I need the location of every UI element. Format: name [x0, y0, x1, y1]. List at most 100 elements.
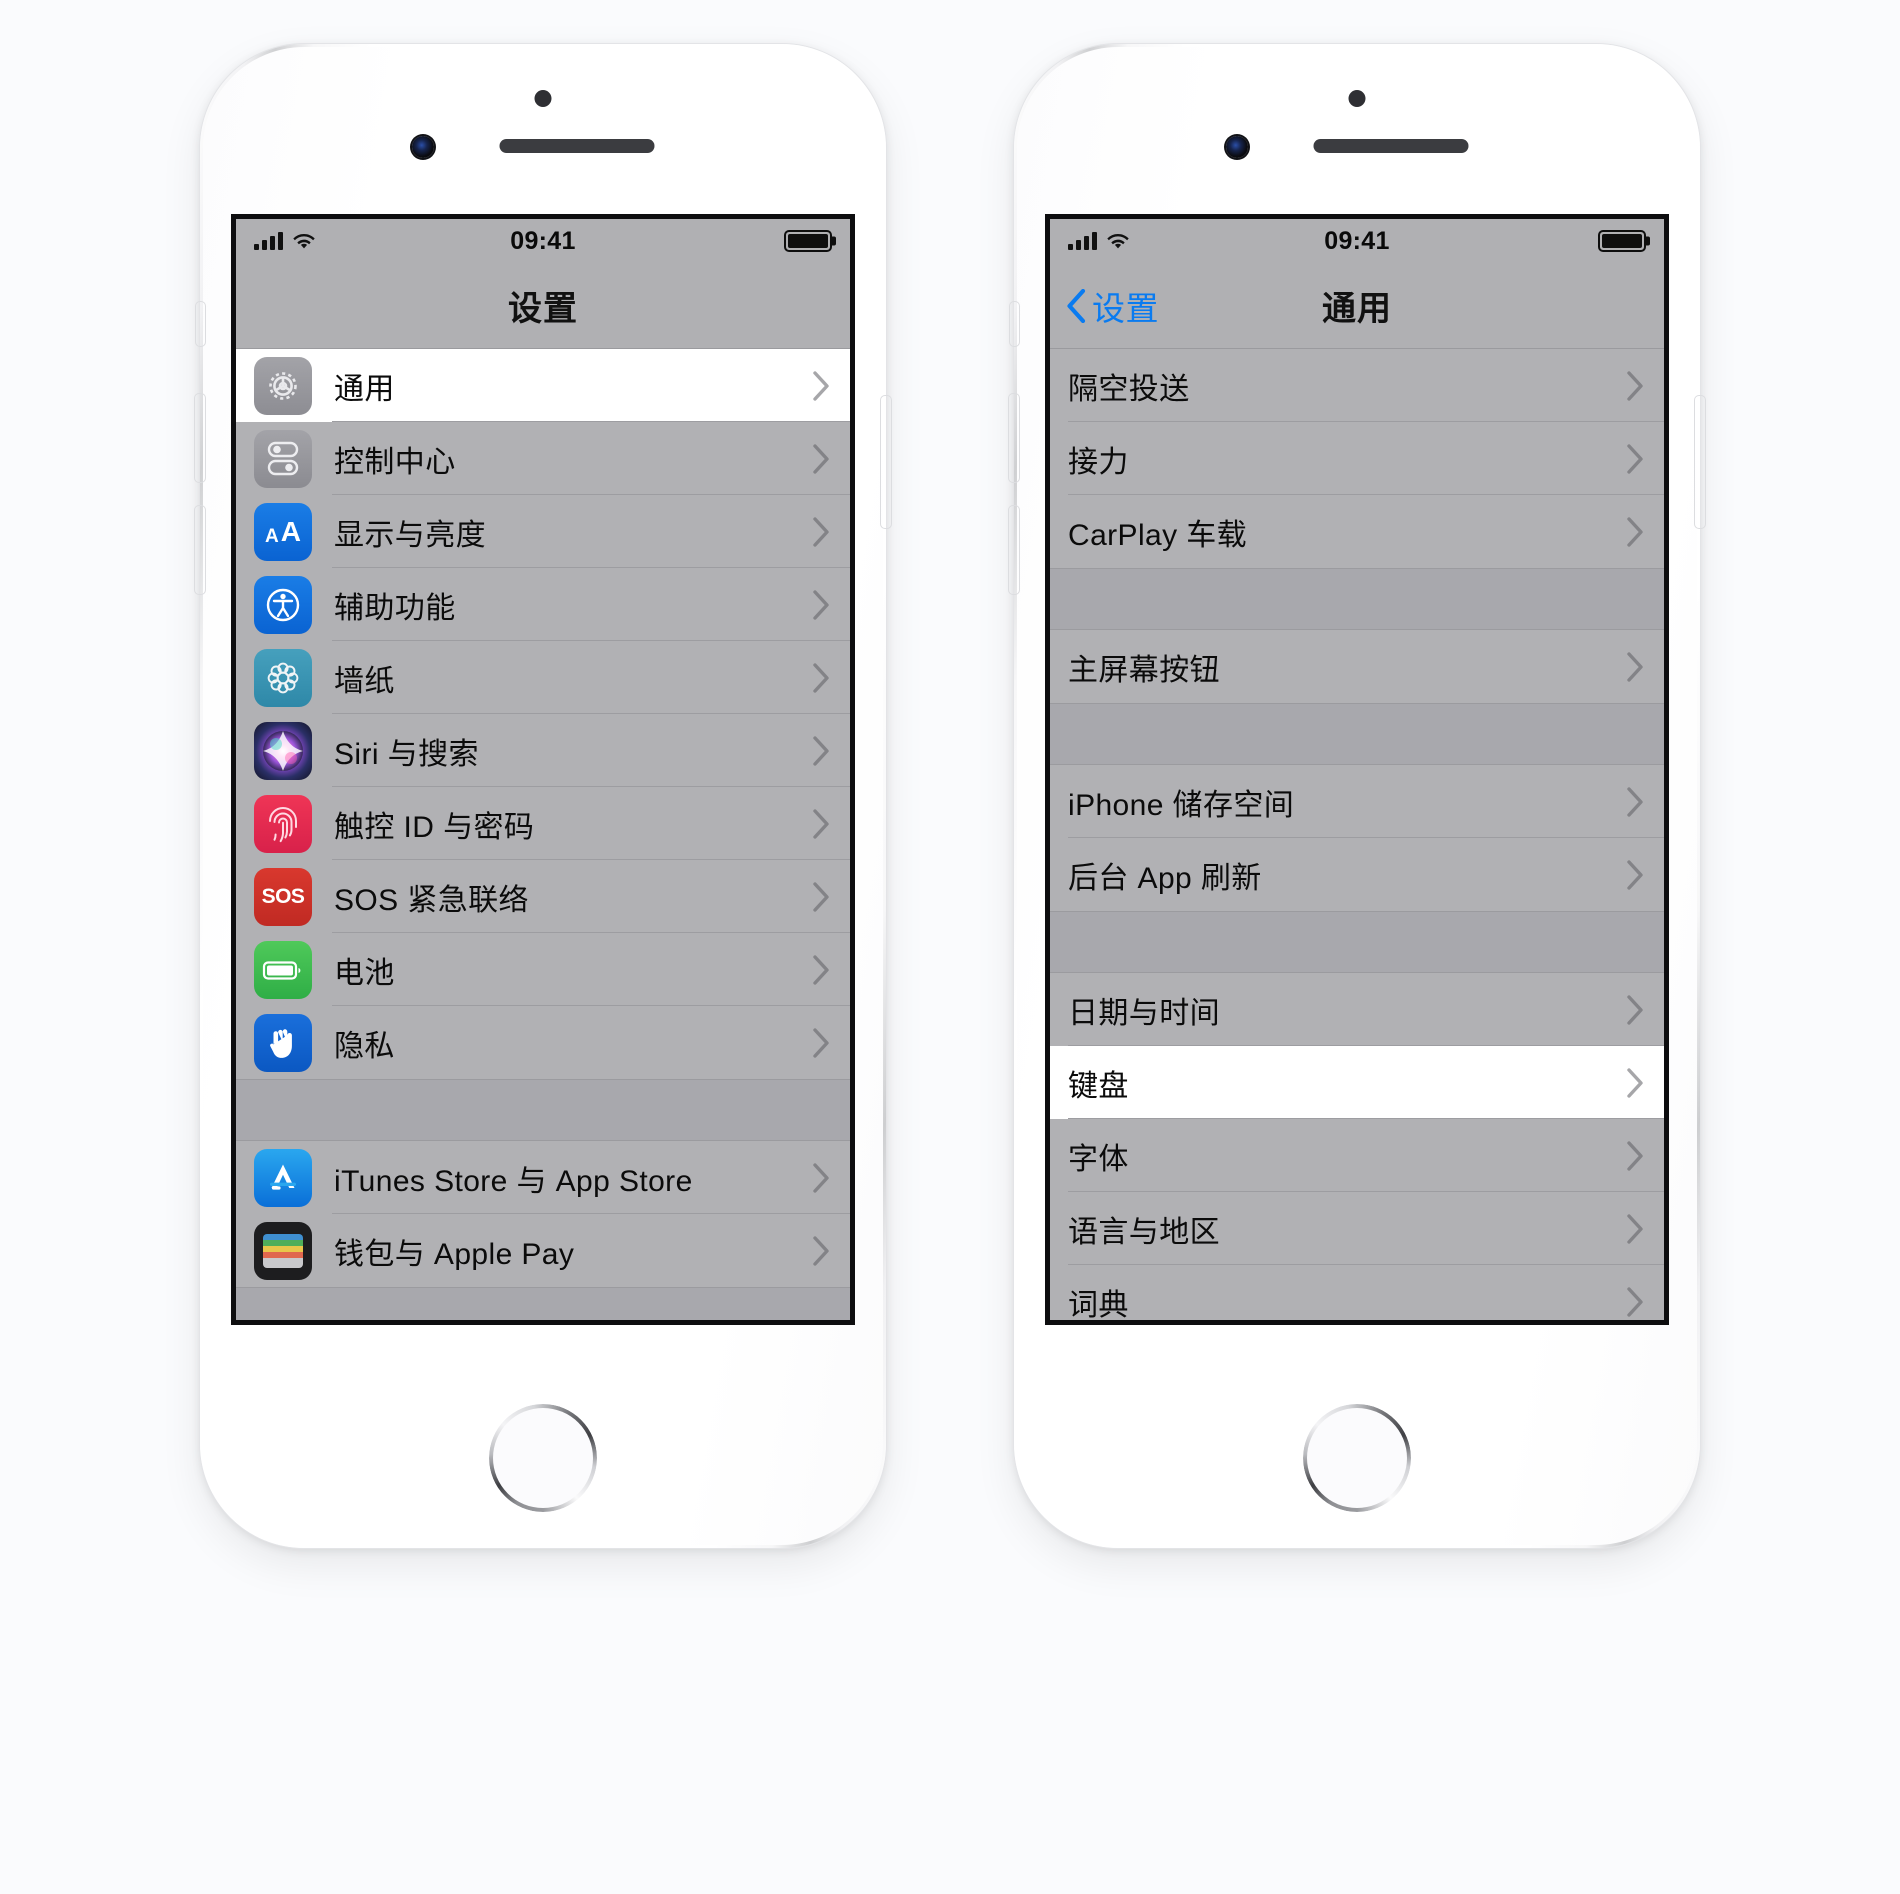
chevron-right-icon — [813, 881, 829, 912]
front-camera-icon — [412, 136, 434, 158]
settings-group: 主屏幕按钮 — [1050, 630, 1664, 703]
wallet-glyph — [263, 1233, 303, 1268]
settings-row-sos[interactable]: SOS SOS 紧急联络 — [236, 860, 850, 933]
settings-row-item-1[interactable]: 主屏幕按钮 — [1050, 630, 1664, 703]
app-store-glyph — [270, 1164, 296, 1190]
settings-row-label: 后台 App 刷新 — [1068, 861, 1262, 895]
status-right — [1598, 230, 1646, 252]
settings-row-gear[interactable]: 通用 — [236, 349, 850, 422]
section-gap — [1050, 703, 1664, 765]
settings-row-item-3[interactable]: CarPlay 车载 — [1050, 495, 1664, 568]
gear-icon — [254, 356, 312, 415]
chevron-right-icon — [813, 443, 829, 474]
battery-icon — [254, 940, 312, 999]
settings-group: 日期与时间 键盘 字体 语言与地区 词典 — [1050, 973, 1664, 1322]
battery-full-icon — [784, 230, 832, 252]
settings-row-label: 语言与地区 — [1068, 1215, 1220, 1249]
settings-row-item-2[interactable]: 接力 — [1050, 422, 1664, 495]
page-title-general: 通用 — [1322, 290, 1392, 328]
earpiece-speaker-icon — [499, 139, 655, 153]
power-button[interactable] — [1695, 396, 1705, 528]
display-icon: AA — [254, 502, 312, 561]
chevron-right-icon — [1627, 1140, 1643, 1171]
settings-row-battery[interactable]: 电池 — [236, 933, 850, 1006]
settings-row-display[interactable]: A A 显示与亮度 — [236, 495, 850, 568]
battery-full-icon — [1598, 230, 1646, 252]
settings-row-item-3[interactable]: 字体 — [1050, 1119, 1664, 1192]
settings-row-item-2[interactable]: 后台 App 刷新 — [1050, 838, 1664, 911]
chevron-right-icon — [1627, 651, 1643, 682]
settings-row-touch-id[interactable]: 触控 ID 与密码 — [236, 787, 850, 860]
section-gap — [1050, 911, 1664, 973]
settings-row-label: 控制中心 — [334, 445, 456, 479]
section-gap — [236, 1079, 850, 1141]
settings-row-wallet[interactable]: 钱包与 Apple Pay — [236, 1214, 850, 1287]
navigation-bar: 设置 通用 — [1050, 263, 1664, 349]
settings-row-item-1[interactable]: 日期与时间 — [1050, 973, 1664, 1046]
list-footer-gap — [236, 1287, 850, 1320]
mute-switch[interactable] — [196, 302, 205, 346]
volume-down-button[interactable] — [1009, 506, 1019, 594]
phone-screen: 09:41 设置 通用 隔空投送 接力 CarPlay 车载 主屏幕按钮 iPh… — [1045, 214, 1669, 1325]
settings-row-item-1[interactable]: iPhone 储存空间 — [1050, 765, 1664, 838]
privacy-hand-icon — [254, 1013, 312, 1072]
proximity-sensor-icon — [1348, 90, 1366, 107]
screenshot-stage: 09:41 设置 通用 控制中心 A A 显示与亮度 辅助功能 墙纸 Siri … — [0, 0, 1900, 1894]
home-button[interactable] — [1303, 1404, 1411, 1512]
status-bar: 09:41 — [236, 219, 850, 263]
settings-row-siri[interactable]: Siri 与搜索 — [236, 714, 850, 787]
settings-row-label: CarPlay 车载 — [1068, 518, 1248, 552]
status-time: 09:41 — [1324, 226, 1390, 255]
wallet-icon — [254, 1221, 312, 1280]
chevron-right-icon — [813, 1235, 829, 1266]
chevron-right-icon — [1627, 370, 1643, 401]
settings-row-item-4[interactable]: 语言与地区 — [1050, 1192, 1664, 1265]
settings-row-label: 字体 — [1068, 1142, 1129, 1176]
settings-row-control-center[interactable]: 控制中心 — [236, 422, 850, 495]
chevron-right-icon — [1627, 516, 1643, 547]
hand-glyph — [270, 1028, 292, 1058]
settings-row-label: 词典 — [1068, 1288, 1129, 1322]
settings-list-general[interactable]: 隔空投送 接力 CarPlay 车载 主屏幕按钮 iPhone 储存空间 后台 … — [1050, 349, 1664, 1322]
settings-row-label: 辅助功能 — [334, 591, 456, 625]
volume-down-button[interactable] — [195, 506, 205, 594]
navigation-bar: 设置 — [236, 263, 850, 349]
chevron-right-icon — [1627, 786, 1643, 817]
settings-row-label: 显示与亮度 — [334, 518, 486, 552]
chevron-left-icon — [1067, 288, 1086, 323]
iphone-settings: 09:41 设置 通用 控制中心 A A 显示与亮度 辅助功能 墙纸 Siri … — [200, 44, 886, 1548]
settings-list-settings[interactable]: 通用 控制中心 A A 显示与亮度 辅助功能 墙纸 Siri 与搜索 触控 ID… — [236, 349, 850, 1320]
mute-switch[interactable] — [1010, 302, 1019, 346]
power-button[interactable] — [881, 396, 891, 528]
siri-glyph — [263, 730, 303, 771]
settings-row-wallpaper[interactable]: 墙纸 — [236, 641, 850, 714]
home-button[interactable] — [489, 1404, 597, 1512]
back-button-设置[interactable]: 设置 — [1066, 282, 1159, 330]
chevron-right-icon — [1627, 1213, 1643, 1244]
settings-group: iTunes Store 与 App Store 钱包与 Apple Pay — [236, 1141, 850, 1287]
settings-row-app-store[interactable]: iTunes Store 与 App Store — [236, 1141, 850, 1214]
control-center-icon — [254, 429, 312, 488]
volume-up-button[interactable] — [195, 394, 205, 482]
settings-group: 隔空投送 接力 CarPlay 车载 — [1050, 349, 1664, 568]
status-right — [784, 230, 832, 252]
settings-row-item-5[interactable]: 词典 — [1050, 1265, 1664, 1322]
settings-row-label: 墙纸 — [334, 664, 395, 698]
accessibility-icon — [254, 575, 312, 634]
settings-row-label: 接力 — [1068, 445, 1129, 479]
chevron-right-icon — [1627, 1067, 1643, 1098]
settings-row-item-2[interactable]: 键盘 — [1050, 1046, 1664, 1119]
chevron-right-icon — [813, 735, 829, 766]
settings-row-accessibility[interactable]: 辅助功能 — [236, 568, 850, 641]
gear-glyph — [269, 371, 297, 400]
settings-row-privacy-hand[interactable]: 隐私 — [236, 1006, 850, 1079]
iphone-general: 09:41 设置 通用 隔空投送 接力 CarPlay 车载 主屏幕按钮 iPh… — [1014, 44, 1700, 1548]
settings-row-label: iPhone 储存空间 — [1068, 788, 1295, 822]
chevron-right-icon — [1627, 859, 1643, 890]
chevron-right-icon — [813, 662, 829, 693]
settings-row-item-1[interactable]: 隔空投送 — [1050, 349, 1664, 422]
wallpaper-glyph — [267, 662, 299, 693]
chevron-right-icon — [813, 1162, 829, 1193]
volume-up-button[interactable] — [1009, 394, 1019, 482]
settings-row-label: 钱包与 Apple Pay — [334, 1237, 575, 1271]
